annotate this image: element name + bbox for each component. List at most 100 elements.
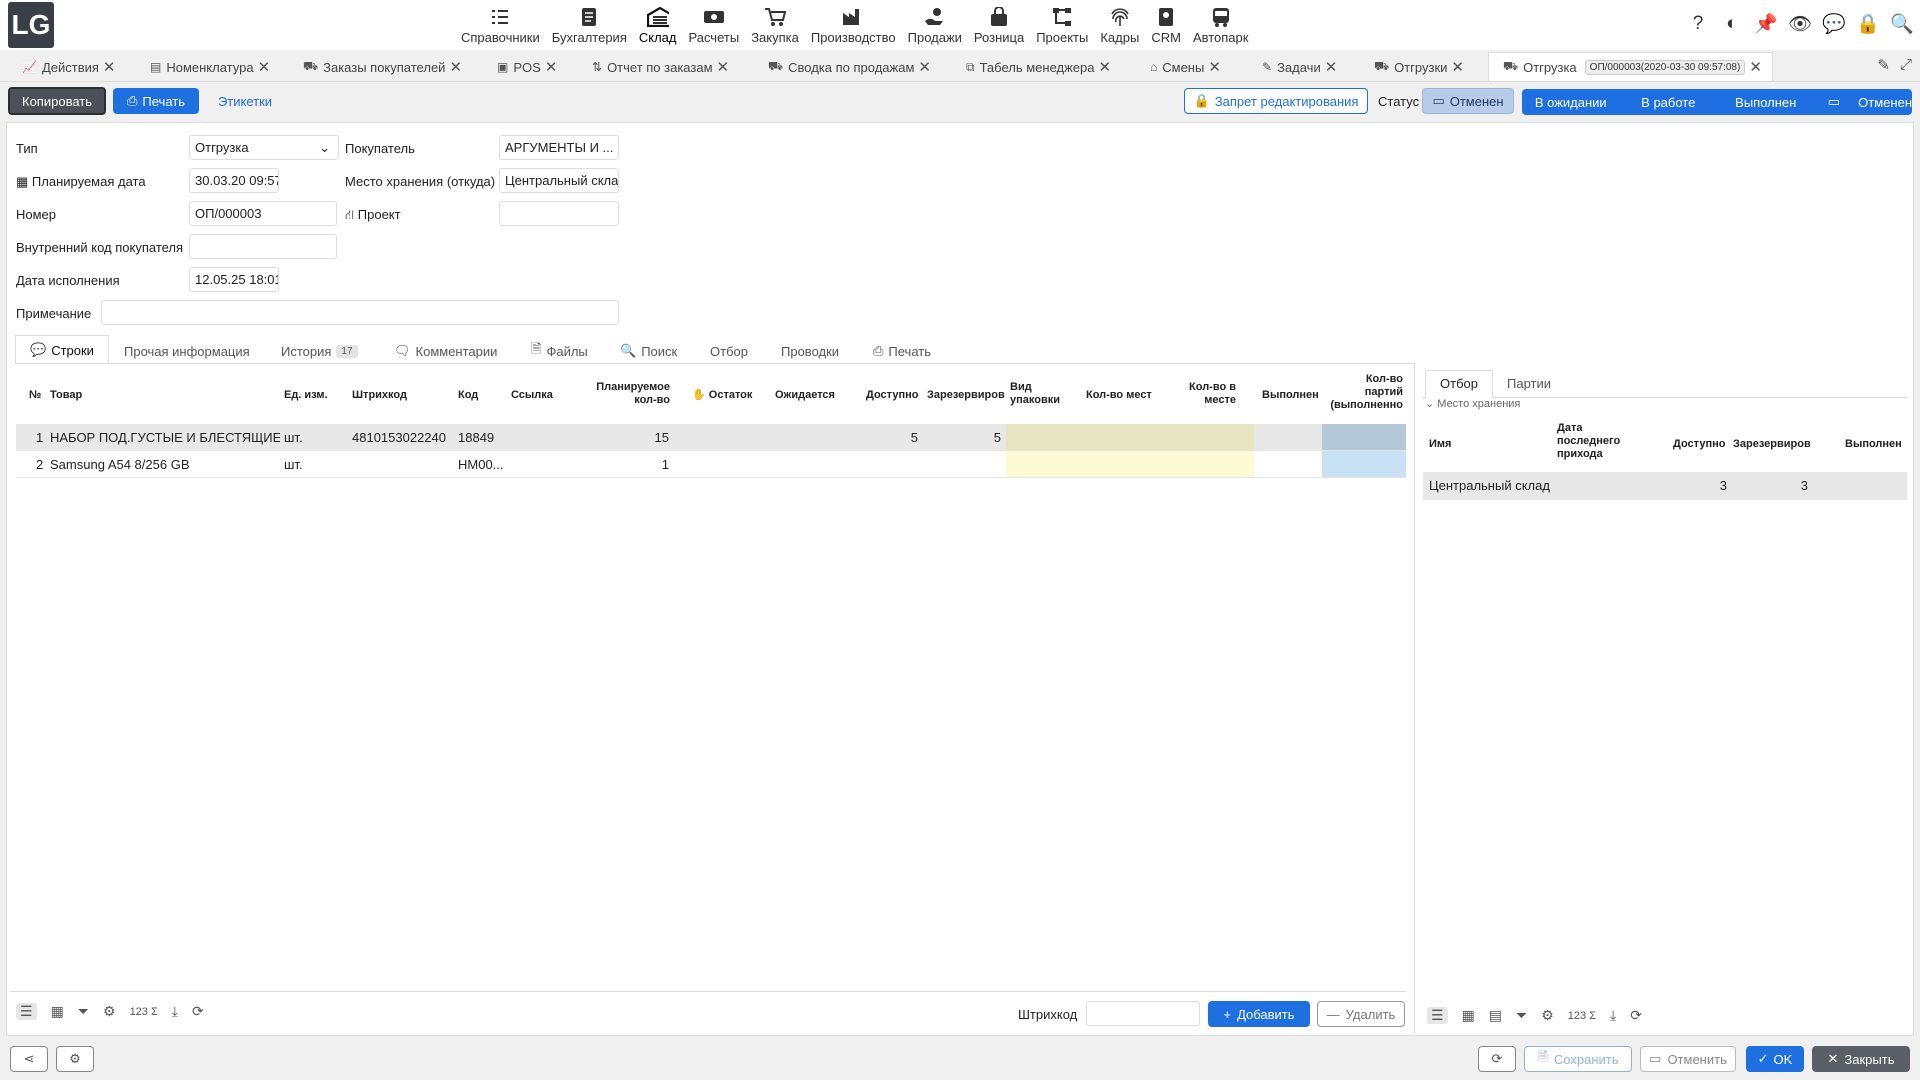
tab-sales-summary[interactable]: ⛟ Сводка по продажам ✕ — [768, 55, 931, 79]
col-name[interactable]: Имя — [1429, 438, 1451, 451]
cancel-button[interactable]: ▭ Отменить — [1640, 1046, 1736, 1072]
barcode-input[interactable] — [1086, 1001, 1200, 1026]
fullscreen-icon[interactable]: ⤢ — [1900, 56, 1912, 74]
module-prodazhi[interactable]: Продажи — [902, 0, 968, 50]
lock-icon[interactable]: 🔒 — [1856, 12, 1880, 36]
tab-shipment-active[interactable]: ⛟ Отгрузка ОП/000003(2020-03-30 09:57:08) ✕ — [1488, 52, 1773, 81]
storage-field[interactable]: Центральный скла — [499, 168, 619, 193]
module-buhgalteria[interactable]: Бухгалтерия — [546, 0, 633, 50]
settings-button[interactable]: ⚙ — [56, 1046, 94, 1072]
close-icon[interactable]: ✕ — [1208, 58, 1221, 76]
app-logo[interactable]: LG — [8, 2, 54, 48]
col-num[interactable]: № — [29, 389, 41, 402]
close-button[interactable]: ✕ Закрыть — [1812, 1046, 1910, 1072]
labels-button[interactable]: Этикетки — [210, 88, 280, 114]
storage-group-header[interactable]: ⌄ Место хранения — [1425, 397, 1520, 410]
col-pack[interactable]: Вид упаковки — [1010, 381, 1066, 407]
tab-shifts[interactable]: ⌂ Смены ✕ — [1150, 55, 1221, 79]
close-icon[interactable]: ✕ — [1325, 58, 1338, 76]
col-code[interactable]: Код — [458, 389, 478, 402]
lock-edit-button[interactable]: 🔒 Запрет редактирования — [1184, 88, 1368, 114]
search-icon[interactable]: 🔍 — [1890, 12, 1914, 36]
col-available[interactable]: Доступно — [866, 389, 918, 402]
save-button[interactable]: 🗎 Сохранить — [1524, 1046, 1632, 1072]
gear-icon[interactable]: ⚙ — [1541, 1007, 1554, 1024]
list-view-icon[interactable]: ☰ — [16, 1003, 37, 1020]
module-zakupka[interactable]: Закупка — [745, 0, 805, 50]
col-planned[interactable]: Планируемое кол-во — [584, 381, 670, 407]
module-crm[interactable]: CRM — [1145, 0, 1187, 50]
status-cancelled-button[interactable]: ▭ Отменен — [1815, 89, 1912, 115]
tab-files[interactable]: 🗎 Файлы — [531, 339, 588, 363]
filter-icon[interactable]: ⏷ — [1516, 1007, 1527, 1024]
print-button[interactable]: ⎙ Печать — [113, 88, 199, 114]
tab-selection[interactable]: Отбор — [710, 339, 748, 363]
table-view-icon[interactable]: ▦ — [51, 1003, 64, 1020]
tab-panel-batches[interactable]: Партии — [1507, 376, 1551, 391]
tab-print[interactable]: ⎙ Печать — [873, 339, 931, 363]
refresh-button[interactable]: ⟳ — [1478, 1046, 1516, 1072]
tab-actions[interactable]: 📈 Действия ✕ — [22, 55, 116, 79]
col-unit[interactable]: Ед. изм. — [284, 389, 328, 402]
table-row[interactable]: Центральный склад 3 3 — [1423, 472, 1907, 500]
col-batches[interactable]: Кол-во партий (выполненно — [1325, 373, 1403, 412]
status-done-button[interactable]: Выполнен — [1717, 89, 1815, 115]
tab-order-report[interactable]: ⇅ Отчет по заказам ✕ — [592, 55, 729, 79]
col-rest[interactable]: ✋ Остаток — [692, 389, 752, 402]
module-proizvodstvo[interactable]: Производство — [805, 0, 902, 50]
close-icon[interactable]: ✕ — [1749, 58, 1762, 76]
close-icon[interactable]: ✕ — [258, 58, 271, 76]
pin-icon[interactable]: 📌 — [1754, 12, 1778, 36]
table-row[interactable]: 2 Samsung A54 8/256 GB шт. HM00... 1 — [16, 451, 1406, 478]
col-done[interactable]: Выполнен — [1262, 389, 1319, 402]
col-per-place[interactable]: Кол-во в месте — [1180, 381, 1236, 407]
col-done[interactable]: Выполнен — [1845, 438, 1902, 451]
calendar-icon[interactable]: ▤ — [1489, 1007, 1502, 1024]
close-icon[interactable]: ✕ — [918, 58, 931, 76]
module-raschety[interactable]: Расчеты — [682, 0, 745, 50]
refresh-icon[interactable]: ⟳ — [192, 1003, 204, 1020]
delete-row-button[interactable]: — Удалить — [1317, 1001, 1405, 1027]
table-view-icon[interactable]: ▦ — [1462, 1007, 1475, 1024]
col-item[interactable]: Товар — [50, 389, 82, 402]
col-reserved[interactable]: Зарезервиров — [927, 389, 1005, 402]
col-last-date[interactable]: Дата последнего прихода — [1557, 422, 1627, 461]
tab-postings[interactable]: Проводки — [781, 339, 839, 363]
sum-icon[interactable]: 123 Σ — [1568, 1010, 1596, 1022]
col-available[interactable]: Доступно — [1673, 438, 1725, 451]
status-waiting-button[interactable]: В ожидании — [1522, 89, 1620, 115]
tab-panel-selection[interactable]: Отбор — [1425, 370, 1493, 399]
close-icon[interactable]: ✕ — [545, 58, 558, 76]
refresh-icon[interactable]: ⟳ — [1630, 1007, 1642, 1024]
tab-manager-timesheet[interactable]: ⧉ Табель менеджера ✕ — [966, 55, 1111, 79]
close-icon[interactable]: ✕ — [103, 58, 116, 76]
module-spravochniki[interactable]: Справочники — [455, 0, 546, 50]
status-in-progress-button[interactable]: В работе — [1620, 89, 1718, 115]
gear-icon[interactable]: ⚙ — [103, 1003, 116, 1020]
copy-button[interactable]: Копировать — [8, 87, 106, 115]
module-roznitsa[interactable]: Розница — [968, 0, 1030, 50]
tab-tasks[interactable]: ✎ Задачи ✕ — [1262, 55, 1337, 79]
eye-icon[interactable]: 👁 — [1788, 12, 1812, 36]
close-icon[interactable]: ✕ — [1099, 58, 1112, 76]
exec-date-field[interactable]: 12.05.25 18:01 — [189, 267, 279, 292]
col-reserved[interactable]: Зарезервиров — [1733, 438, 1813, 451]
col-expected[interactable]: Ожидается — [775, 389, 835, 402]
chat-icon[interactable]: 💬 — [1822, 12, 1846, 36]
planned-date-field[interactable]: 30.03.20 09:57 — [189, 168, 279, 193]
share-button[interactable]: ⋖ — [10, 1046, 48, 1072]
help-icon[interactable]: ? — [1686, 12, 1710, 36]
module-avtopark[interactable]: Автопарк — [1187, 0, 1255, 50]
number-field[interactable]: ОП/000003 — [189, 201, 337, 226]
close-icon[interactable]: ✕ — [717, 58, 730, 76]
project-field[interactable] — [499, 201, 619, 226]
contrast-icon[interactable]: ◐ — [1720, 12, 1744, 36]
tab-shipments[interactable]: ⛟ Отгрузки ✕ — [1374, 55, 1464, 79]
tab-nomenclature[interactable]: ▤ Номенклатура ✕ — [150, 55, 270, 79]
tab-pos[interactable]: ▣ POS ✕ — [497, 55, 557, 79]
filter-icon[interactable]: ⏷ — [78, 1003, 89, 1020]
buyer-field[interactable]: АРГУМЕНТЫ И ... — [499, 135, 619, 160]
tab-search[interactable]: 🔍 Поиск — [620, 339, 677, 363]
close-icon[interactable]: ✕ — [449, 58, 462, 76]
add-row-button[interactable]: + Добавить — [1208, 1001, 1310, 1027]
